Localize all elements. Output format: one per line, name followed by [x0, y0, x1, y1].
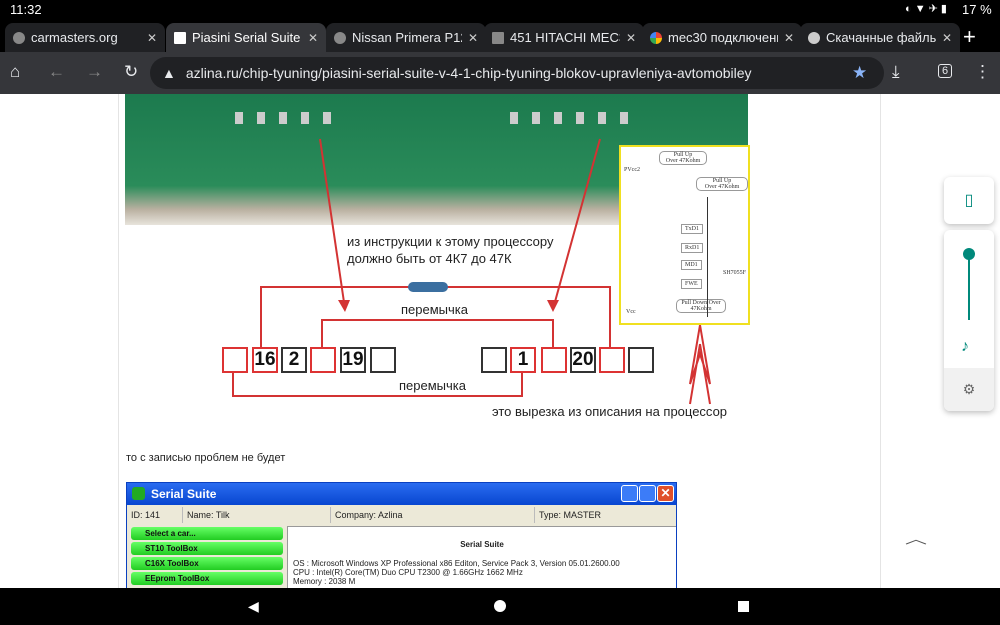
globe-icon [334, 31, 346, 44]
schematic-label: Pull Up Over 47Kohm [696, 177, 748, 191]
os-info: OS : Microsoft Windows XP Professional x… [293, 559, 620, 568]
site-favicon [174, 31, 186, 44]
home-nav-button[interactable] [494, 600, 506, 612]
maximize-button[interactable] [639, 485, 656, 502]
close-tab-icon[interactable]: ✕ [308, 31, 318, 45]
battery-level: 17 % [962, 2, 992, 17]
google-icon [650, 31, 662, 44]
bookmark-star-icon[interactable]: ★ [852, 63, 867, 83]
pin-box [370, 347, 396, 373]
body-text: то с записью проблем не будет [126, 452, 286, 464]
vibrate-mode-button[interactable]: ▯ [944, 177, 994, 224]
tab-hitachi[interactable]: 451 HITACHI MEC3 ✕ [484, 23, 644, 52]
memory-info: Memory : 2038 M [293, 577, 356, 586]
status-icons: ◐ ▼ ✈ ▮ [905, 3, 947, 15]
resistor-icon [408, 282, 448, 292]
schematic-label: PVcc2 [624, 167, 640, 173]
globe-icon [13, 31, 25, 44]
url-text: azlina.ru/chip-tyuning/piasini-serial-su… [185, 65, 752, 81]
back-icon[interactable]: ← [48, 62, 65, 82]
pin-box: 20 [570, 347, 596, 373]
warning-icon: ▲ [162, 65, 176, 81]
schematic-label: SH7055F [723, 270, 747, 276]
id-field: ID: 141 [127, 507, 183, 523]
pin-box: 2 [281, 347, 307, 373]
close-tab-icon[interactable]: ✕ [147, 31, 157, 45]
page-content: из инструкции к этому процессору должно … [0, 94, 1000, 588]
tab-piasini[interactable]: Piasini Serial Suite ✕ [166, 23, 326, 52]
reload-icon[interactable]: ↻ [124, 62, 138, 82]
eeprom-toolbox-button[interactable]: EEprom ToolBox [131, 572, 283, 585]
forward-icon[interactable]: → [86, 62, 103, 82]
select-car-button[interactable]: Select a car... [131, 527, 283, 540]
cutout-note: это вырезка из описания на процессор [492, 404, 728, 419]
close-tab-icon[interactable]: ✕ [468, 31, 478, 45]
schematic-label: Pull Up Over 47Kohm [659, 151, 707, 165]
c16x-toolbox-button[interactable]: C16X ToolBox [131, 557, 283, 570]
company-field: Company: Azlina [331, 507, 535, 523]
clock: 11:32 [10, 2, 42, 17]
cpu-info: CPU : Intel(R) Core(TM) Duo CPU T2300 @ … [293, 568, 523, 577]
schematic-cutout: Pull Up Over 47Kohm PVcc2 Pull Up Over 4… [619, 145, 750, 325]
tab-carmasters[interactable]: carmasters.org ✕ [5, 23, 165, 52]
pin-box [310, 347, 336, 373]
navigation-bar: ◀ [0, 588, 1000, 625]
tab-nissan[interactable]: Nissan Primera P12 ✕ [326, 23, 486, 52]
schematic-pin: FWE [681, 279, 702, 289]
schematic-pin: TxD1 [681, 224, 703, 234]
pin-box [599, 347, 625, 373]
content-border [880, 94, 881, 588]
app-icon [132, 487, 145, 500]
volume-panel: ♪ ⚙ [944, 230, 994, 411]
pin-box: 16 [252, 347, 278, 373]
diagram-note: из инструкции к этому процессору [347, 234, 554, 249]
address-bar[interactable]: ▲ azlina.ru/chip-tyuning/piasini-serial-… [150, 57, 884, 89]
scroll-to-top-icon[interactable]: ︿ [905, 528, 927, 547]
window-title: Serial Suite [151, 487, 217, 501]
volume-slider-thumb[interactable] [963, 248, 975, 260]
volume-slider-track[interactable] [968, 253, 970, 320]
new-tab-button[interactable]: + [963, 24, 976, 50]
tab-downloads[interactable]: Скачанные файлы ✕ [800, 23, 960, 52]
st10-toolbox-button[interactable]: ST10 ToolBox [131, 542, 283, 555]
info-panel: Serial Suite OS : Microsoft Windows XP P… [287, 526, 676, 588]
close-tab-icon[interactable]: ✕ [784, 31, 794, 45]
jumper-label: перемычка [399, 378, 466, 393]
pin-box [222, 347, 248, 373]
tab-strip: carmasters.org ✕ Piasini Serial Suite ✕ Ni… [0, 20, 1000, 52]
chrome-icon [808, 31, 820, 44]
close-tab-icon[interactable]: ✕ [942, 31, 952, 45]
diagram-note: должно быть от 4К7 до 47К [347, 251, 512, 266]
pin-box: 1 [510, 347, 536, 373]
schematic-pin: RxD1 [681, 243, 704, 253]
pin-box: 19 [340, 347, 366, 373]
music-note-icon: ♪ [961, 338, 969, 355]
info-heading: Serial Suite [460, 540, 504, 549]
sound-settings-button[interactable]: ⚙ [944, 368, 994, 411]
type-field: Type: MASTER [539, 510, 602, 520]
serial-suite-window: Serial Suite ✕ ID: 141 Name: Tilk Compan… [126, 482, 677, 588]
status-bar: 11:32 ◐ ▼ ✈ ▮ 17 % [0, 0, 1000, 20]
pin-box [628, 347, 654, 373]
home-icon[interactable]: ⌂ [10, 62, 20, 82]
schematic-label: Vcc [626, 309, 636, 315]
name-field: Name: Tilk [183, 507, 331, 523]
back-nav-button[interactable]: ◀ [248, 598, 259, 615]
tab-count-button[interactable]: 6 [938, 64, 953, 78]
pin-box [541, 347, 567, 373]
minimize-button[interactable] [621, 485, 638, 502]
download-icon[interactable]: ⤓ [892, 62, 900, 82]
pin-box [481, 347, 507, 373]
recents-nav-button[interactable] [738, 601, 749, 612]
schematic-pin: MD1 [681, 260, 702, 270]
close-button[interactable]: ✕ [657, 485, 674, 502]
site-favicon [492, 31, 504, 44]
close-tab-icon[interactable]: ✕ [626, 31, 636, 45]
menu-icon[interactable]: ⋮ [974, 62, 991, 82]
window-titlebar: Serial Suite ✕ [127, 483, 676, 505]
jumper-label: перемычка [401, 302, 468, 317]
schematic-label: Pull Down Over 47Kohm [676, 299, 726, 313]
tab-mec30[interactable]: mec30 подключени ✕ [642, 23, 802, 52]
